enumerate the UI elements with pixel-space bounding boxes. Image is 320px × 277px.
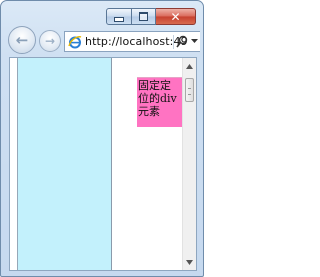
window-caption-buttons: ✕ [106, 8, 196, 25]
internet-explorer-icon [68, 35, 82, 48]
forward-arrow-icon: → [44, 34, 56, 48]
close-button[interactable]: ✕ [156, 8, 196, 25]
back-button[interactable]: ← [8, 26, 36, 54]
minimize-icon [114, 16, 124, 22]
fixed-position-div: 固定定位的div元素 [137, 78, 182, 127]
page-viewport[interactable]: 固定定位的div元素 [9, 57, 197, 271]
scrollbar-thumb[interactable] [185, 78, 194, 102]
close-icon: ✕ [170, 9, 181, 24]
chevron-down-icon[interactable] [191, 39, 198, 44]
back-arrow-icon: ← [15, 31, 29, 49]
minimize-button[interactable] [106, 8, 132, 25]
browser-window: ✕ ← → http://localhost:49 固定定位的div元素 [0, 0, 204, 277]
forward-button[interactable]: → [39, 30, 61, 52]
address-separator [173, 35, 174, 49]
vertical-scrollbar[interactable] [182, 58, 196, 270]
scroll-down-arrow-icon[interactable] [183, 254, 196, 270]
search-icon[interactable] [176, 35, 188, 49]
scroll-up-arrow-icon[interactable] [183, 58, 196, 74]
scrollbar-grip [188, 88, 191, 95]
maximize-button[interactable] [132, 8, 156, 25]
cyan-block [17, 58, 112, 270]
address-bar[interactable]: http://localhost:49 [64, 31, 200, 52]
maximize-icon [139, 12, 148, 21]
